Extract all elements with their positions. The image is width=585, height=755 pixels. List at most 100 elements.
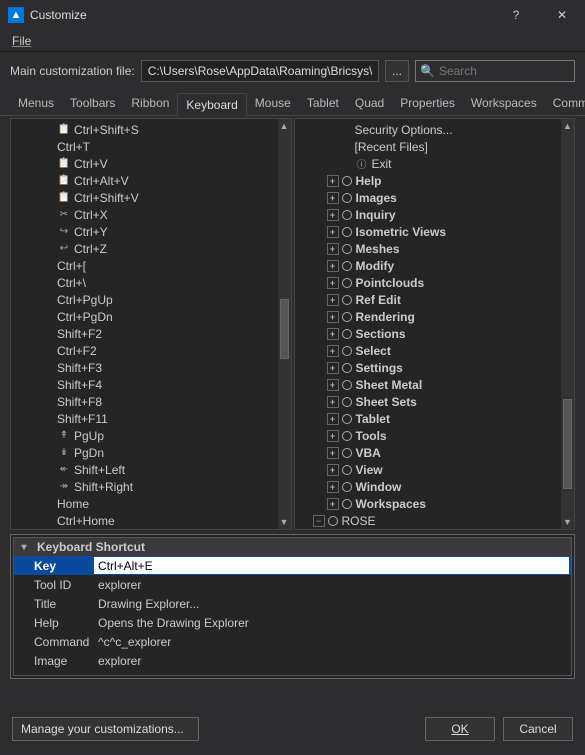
tree-item[interactable]: +Settings xyxy=(295,359,575,376)
tree-item[interactable]: ↟PgUp xyxy=(11,427,291,444)
expand-icon[interactable]: + xyxy=(327,430,339,442)
tree-item[interactable]: +Sheet Sets xyxy=(295,393,575,410)
tree-item[interactable]: +Select xyxy=(295,342,575,359)
tree-item[interactable]: −ROSE xyxy=(295,512,575,529)
cancel-button[interactable]: Cancel xyxy=(503,717,573,741)
tree-item[interactable]: +Tools xyxy=(295,427,575,444)
tree-item[interactable]: ↠Shift+Right xyxy=(11,478,291,495)
tree-item[interactable]: +Workspaces xyxy=(295,495,575,512)
tree-item[interactable]: [Recent Files] xyxy=(295,138,575,155)
scroll-down-icon[interactable]: ▼ xyxy=(278,515,291,529)
tree-item[interactable]: +Window xyxy=(295,478,575,495)
menu-file[interactable]: File xyxy=(6,32,37,50)
tree-item[interactable]: 📋Ctrl+Shift+S xyxy=(11,121,291,138)
tree-item[interactable]: +Help xyxy=(295,172,575,189)
tree-item[interactable]: Shift+F11 xyxy=(11,410,291,427)
expand-icon[interactable]: + xyxy=(327,396,339,408)
expand-icon[interactable]: + xyxy=(327,243,339,255)
tree-item[interactable]: Ctrl+\ xyxy=(11,274,291,291)
tree-item[interactable]: +Sheet Metal xyxy=(295,376,575,393)
expand-icon[interactable]: + xyxy=(327,345,339,357)
tree-item[interactable]: Ctrl+F2 xyxy=(11,342,291,359)
tab-ribbon[interactable]: Ribbon xyxy=(123,92,177,116)
tree-item[interactable]: +Isometric Views xyxy=(295,223,575,240)
scroll-up-icon[interactable]: ▲ xyxy=(561,119,574,133)
tab-mouse[interactable]: Mouse xyxy=(247,92,299,116)
tree-item[interactable]: +Sections xyxy=(295,325,575,342)
tree-item[interactable]: 📋Ctrl+V xyxy=(11,155,291,172)
expand-icon[interactable]: + xyxy=(327,209,339,221)
property-row[interactable]: Key xyxy=(14,556,571,575)
tree-item[interactable]: +View xyxy=(295,461,575,478)
tree-item[interactable]: Shift+F2 xyxy=(11,325,291,342)
ok-button[interactable]: OK xyxy=(425,717,495,741)
left-scrollbar[interactable]: ▲ ▼ xyxy=(277,119,291,529)
expand-icon[interactable]: + xyxy=(327,175,339,187)
tab-command-ali[interactable]: Command Ali xyxy=(545,92,585,116)
tree-item[interactable]: +Meshes xyxy=(295,240,575,257)
expand-icon[interactable]: + xyxy=(327,277,339,289)
scroll-thumb[interactable] xyxy=(280,299,289,359)
expand-icon[interactable]: + xyxy=(327,447,339,459)
tree-item[interactable]: ↞Shift+Left xyxy=(11,461,291,478)
scroll-up-icon[interactable]: ▲ xyxy=(278,119,291,133)
tree-item[interactable]: ⓘExit xyxy=(295,155,575,172)
properties-header[interactable]: ▾ Keyboard Shortcut xyxy=(14,538,571,556)
tree-item[interactable]: +Modify xyxy=(295,257,575,274)
expand-icon[interactable]: + xyxy=(327,464,339,476)
expand-icon[interactable]: + xyxy=(327,362,339,374)
tree-item[interactable]: +Rendering xyxy=(295,308,575,325)
key-input[interactable] xyxy=(94,557,569,574)
tab-toolbars[interactable]: Toolbars xyxy=(62,92,123,116)
tab-workspaces[interactable]: Workspaces xyxy=(463,92,545,116)
tree-item[interactable]: +VBA xyxy=(295,444,575,461)
close-button[interactable]: ✕ xyxy=(539,0,585,30)
expand-icon[interactable]: + xyxy=(327,192,339,204)
radio-icon xyxy=(342,278,352,288)
browse-button[interactable]: ... xyxy=(385,60,409,82)
customization-file-input[interactable] xyxy=(141,60,379,82)
expand-icon[interactable]: + xyxy=(327,379,339,391)
scroll-thumb[interactable] xyxy=(563,399,572,489)
expand-icon[interactable]: + xyxy=(327,413,339,425)
tab-quad[interactable]: Quad xyxy=(347,92,392,116)
tab-menus[interactable]: Menus xyxy=(10,92,62,116)
search-input[interactable] xyxy=(439,64,585,78)
collapse-icon[interactable]: − xyxy=(313,515,325,527)
tree-item[interactable]: +Inquiry xyxy=(295,206,575,223)
expand-icon[interactable]: + xyxy=(327,294,339,306)
expand-icon[interactable]: + xyxy=(327,498,339,510)
tree-item[interactable]: Ctrl+PgDn xyxy=(11,308,291,325)
right-scrollbar[interactable]: ▲ ▼ xyxy=(560,119,574,529)
tree-item[interactable]: Security Options... xyxy=(295,121,575,138)
tree-item[interactable]: 📋Ctrl+Shift+V xyxy=(11,189,291,206)
tree-item[interactable]: 📋Ctrl+Alt+V xyxy=(11,172,291,189)
expand-icon[interactable]: + xyxy=(327,311,339,323)
tree-item[interactable]: ↩Ctrl+Z xyxy=(11,240,291,257)
expand-icon[interactable]: + xyxy=(327,260,339,272)
manage-customizations-button[interactable]: Manage your customizations... xyxy=(12,717,199,741)
tree-item[interactable]: +Ref Edit xyxy=(295,291,575,308)
expand-icon[interactable]: + xyxy=(327,481,339,493)
tree-item[interactable]: Home xyxy=(11,495,291,512)
tree-item[interactable]: ↡PgDn xyxy=(11,444,291,461)
tree-item[interactable]: ✂Ctrl+X xyxy=(11,206,291,223)
tree-item[interactable]: +Images xyxy=(295,189,575,206)
tree-item[interactable]: Ctrl+PgUp xyxy=(11,291,291,308)
scroll-down-icon[interactable]: ▼ xyxy=(561,515,574,529)
tab-keyboard[interactable]: Keyboard xyxy=(177,93,246,117)
tree-item[interactable]: ↪Ctrl+Y xyxy=(11,223,291,240)
tab-properties[interactable]: Properties xyxy=(392,92,463,116)
tree-item[interactable]: Ctrl+Home xyxy=(11,512,291,529)
expand-icon[interactable]: + xyxy=(327,328,339,340)
tree-item[interactable]: +Tablet xyxy=(295,410,575,427)
tree-item[interactable]: +Pointclouds xyxy=(295,274,575,291)
help-button[interactable]: ? xyxy=(493,0,539,30)
expand-icon[interactable]: + xyxy=(327,226,339,238)
tree-item[interactable]: Shift+F4 xyxy=(11,376,291,393)
tab-tablet[interactable]: Tablet xyxy=(299,92,347,116)
tree-item[interactable]: Ctrl+T xyxy=(11,138,291,155)
tree-item[interactable]: Shift+F3 xyxy=(11,359,291,376)
tree-item[interactable]: Ctrl+[ xyxy=(11,257,291,274)
tree-item[interactable]: Shift+F8 xyxy=(11,393,291,410)
